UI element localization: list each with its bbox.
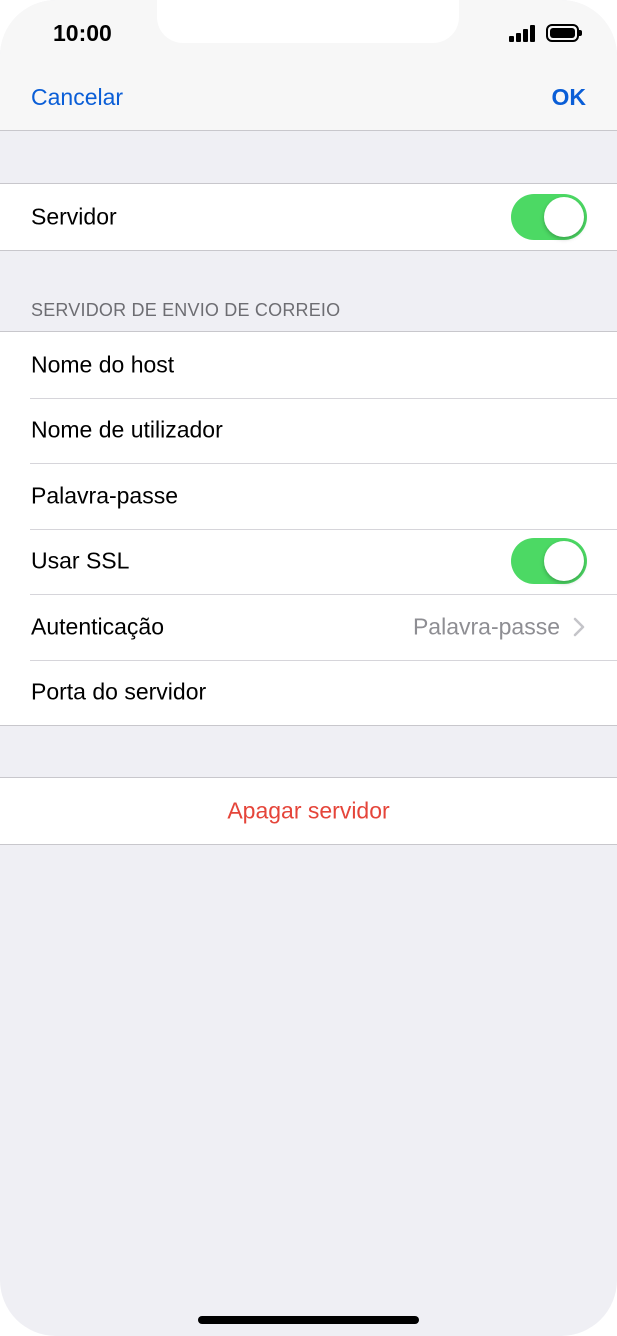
hostname-row[interactable]: Nome do host <box>0 332 617 398</box>
delete-server-label: Apagar servidor <box>227 797 390 824</box>
hostname-label: Nome do host <box>31 351 175 378</box>
status-bar: 10:00 <box>0 0 617 68</box>
username-row[interactable]: Nome de utilizador <box>0 397 617 464</box>
cancel-button[interactable]: Cancelar <box>31 84 123 111</box>
username-label: Nome de utilizador <box>31 416 223 443</box>
server-row: Servidor <box>0 184 617 250</box>
cellular-signal-icon <box>509 25 537 42</box>
authentication-value: Palavra-passe <box>412 613 560 640</box>
battery-icon <box>546 24 582 42</box>
server-port-row[interactable]: Porta do servidor <box>0 659 617 726</box>
home-indicator[interactable] <box>198 1316 419 1324</box>
navigation-bar: Cancelar OK <box>0 68 617 131</box>
phone-screen: 10:00 Cancelar OK Servidor SERVIDOR DE E… <box>0 0 617 1336</box>
password-label: Palavra-passe <box>31 482 179 509</box>
ssl-toggle[interactable] <box>511 538 587 585</box>
ssl-label: Usar SSL <box>31 547 130 574</box>
status-time: 10:00 <box>53 20 112 46</box>
outgoing-server-group: Nome do host Nome de utilizador Palavra-… <box>0 331 617 726</box>
server-toggle[interactable] <box>511 193 587 240</box>
ok-button[interactable]: OK <box>552 84 587 111</box>
delete-server-group: Apagar servidor <box>0 777 617 845</box>
server-toggle-group: Servidor <box>0 183 617 251</box>
authentication-row[interactable]: Autenticação Palavra-passe <box>0 594 617 660</box>
password-row[interactable]: Palavra-passe <box>0 463 617 529</box>
ssl-row: Usar SSL <box>0 528 617 595</box>
chevron-right-icon <box>573 617 585 636</box>
server-label: Servidor <box>31 203 117 230</box>
delete-server-button[interactable]: Apagar servidor <box>0 778 617 844</box>
section-header-outgoing: SERVIDOR DE ENVIO DE CORREIO <box>31 300 341 320</box>
server-port-label: Porta do servidor <box>31 678 207 705</box>
device-notch <box>157 0 459 43</box>
authentication-label: Autenticação <box>31 613 164 640</box>
